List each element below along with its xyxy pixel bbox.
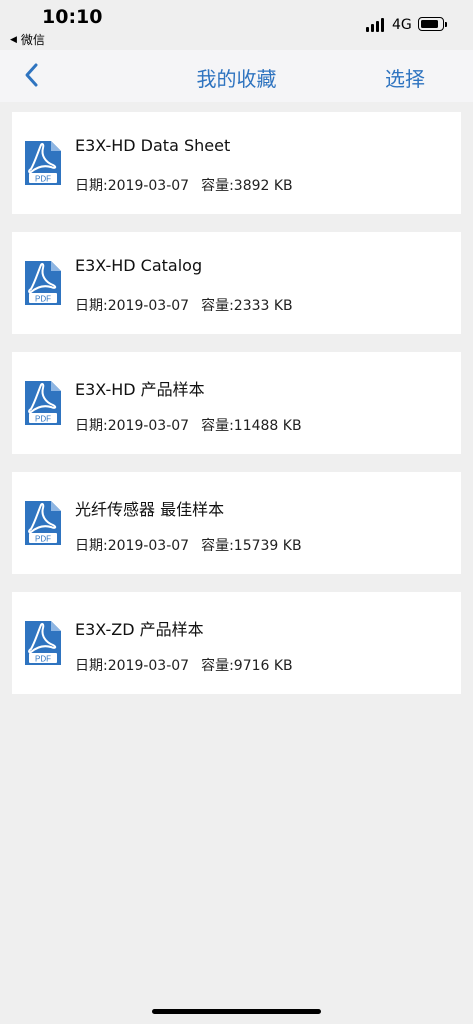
svg-text:PDF: PDF	[35, 535, 51, 544]
nav-bar: 我的收藏 选择	[0, 50, 473, 102]
back-to-app-link[interactable]: ◀ 微信	[10, 31, 45, 48]
file-size: 容量:2333 KB	[201, 298, 293, 314]
file-size: 容量:3892 KB	[201, 178, 293, 194]
status-time: 10:10	[42, 6, 103, 28]
svg-text:PDF: PDF	[35, 295, 51, 304]
file-date: 日期:2019-03-07	[75, 178, 190, 194]
back-app-label: 微信	[20, 33, 45, 47]
status-bar: 10:10 ◀ 微信 4G	[0, 0, 473, 50]
list-item[interactable]: PDF E3X-HD Data Sheet 日期:2019-03-07 容量:38…	[12, 112, 461, 214]
back-triangle-icon: ◀	[10, 34, 17, 45]
pdf-file-icon: PDF	[23, 140, 63, 186]
list-item[interactable]: PDF E3X-ZD 产品样本 日期:2019-03-07 容量:9716 KB	[12, 592, 461, 694]
select-button[interactable]: 选择	[385, 63, 425, 92]
svg-text:PDF: PDF	[35, 655, 51, 664]
pdf-file-icon: PDF	[23, 260, 63, 306]
list-item[interactable]: PDF E3X-HD 产品样本 日期:2019-03-07 容量:11488 KB	[12, 352, 461, 454]
file-size: 容量:15739 KB	[201, 538, 302, 554]
file-title: E3X-HD 产品样本	[75, 380, 205, 399]
file-title: E3X-HD Data Sheet	[75, 136, 231, 155]
file-meta: 日期:2019-03-07 容量:9716 KB	[75, 655, 293, 675]
file-date: 日期:2019-03-07	[75, 538, 190, 554]
pdf-file-icon: PDF	[23, 620, 63, 666]
file-meta: 日期:2019-03-07 容量:15739 KB	[75, 535, 302, 555]
battery-icon	[418, 17, 447, 31]
file-size: 容量:9716 KB	[201, 658, 293, 674]
file-title: E3X-ZD 产品样本	[75, 620, 204, 639]
file-meta: 日期:2019-03-07 容量:3892 KB	[75, 175, 293, 195]
list-item[interactable]: PDF 光纤传感器 最佳样本 日期:2019-03-07 容量:15739 KB	[12, 472, 461, 574]
file-size: 容量:11488 KB	[201, 418, 302, 434]
list-item[interactable]: PDF E3X-HD Catalog 日期:2019-03-07 容量:2333 …	[12, 232, 461, 334]
pdf-file-icon: PDF	[23, 380, 63, 426]
signal-icon	[366, 18, 386, 32]
file-title: E3X-HD Catalog	[75, 256, 203, 275]
pdf-file-icon: PDF	[23, 500, 63, 546]
file-title: 光纤传感器 最佳样本	[75, 500, 225, 519]
svg-text:PDF: PDF	[35, 415, 51, 424]
home-indicator[interactable]	[152, 1009, 321, 1014]
file-meta: 日期:2019-03-07 容量:2333 KB	[75, 295, 293, 315]
file-meta: 日期:2019-03-07 容量:11488 KB	[75, 415, 302, 435]
network-type: 4G	[392, 17, 412, 33]
file-date: 日期:2019-03-07	[75, 658, 190, 674]
file-date: 日期:2019-03-07	[75, 418, 190, 434]
favorites-list: PDF E3X-HD Data Sheet 日期:2019-03-07 容量:38…	[12, 112, 461, 712]
file-date: 日期:2019-03-07	[75, 298, 190, 314]
svg-text:PDF: PDF	[35, 175, 51, 184]
